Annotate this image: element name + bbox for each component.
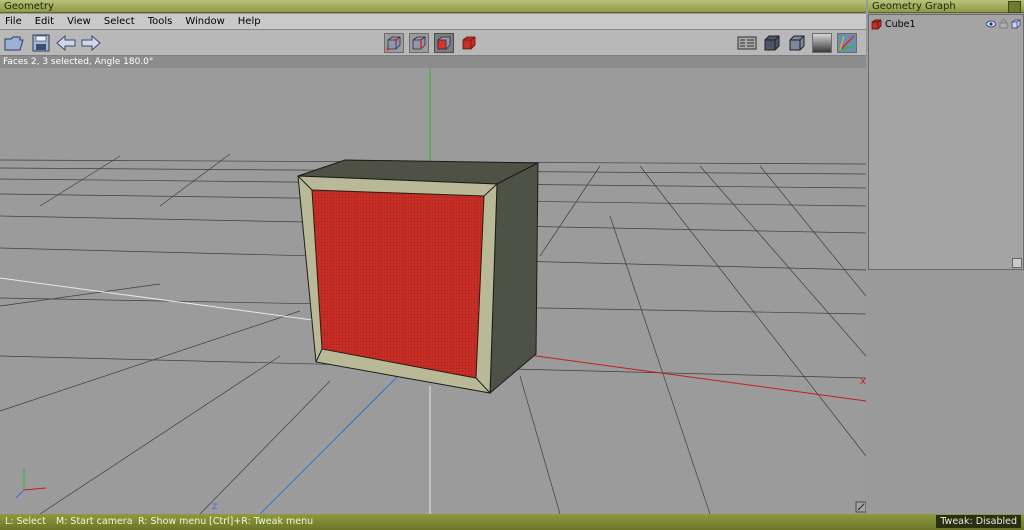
axes-icon[interactable]	[837, 33, 857, 53]
save-icon[interactable]	[31, 33, 51, 53]
undo-arrow-icon[interactable]	[56, 33, 76, 53]
menu-tools[interactable]: Tools	[143, 14, 181, 30]
texture-icon[interactable]	[812, 33, 832, 53]
edge-mode-icon[interactable]	[409, 33, 429, 53]
geometry-window-titlebar: Geometry	[0, 0, 866, 13]
menu-edit[interactable]: Edit	[30, 14, 62, 30]
resize-grip-icon[interactable]	[855, 501, 866, 513]
display-settings-icon[interactable]	[737, 33, 757, 53]
shaded-sphere-icon[interactable]	[762, 33, 782, 53]
lock-icon[interactable]	[999, 19, 1008, 29]
toolbar	[0, 30, 866, 56]
panel-resize-handle[interactable]	[1012, 258, 1022, 268]
hint-tweak-menu: [Ctrl]+R: Tweak menu	[209, 516, 314, 527]
hint-camera: M: Start camera	[56, 516, 133, 527]
shaded-cube-icon[interactable]	[787, 33, 807, 53]
window-title: Geometry	[4, 1, 54, 12]
graph-title: Geometry Graph	[872, 1, 956, 12]
face-mode-icon[interactable]	[434, 33, 454, 53]
selected-face[interactable]	[311, 189, 485, 379]
geometry-graph-titlebar: Geometry Graph	[868, 0, 1024, 13]
empty-panel-area	[868, 270, 1024, 514]
cube-object-icon	[871, 19, 882, 29]
close-icon[interactable]	[1008, 1, 1021, 13]
hint-select: L: Select	[5, 516, 46, 527]
menu-file[interactable]: File	[0, 14, 30, 30]
graph-item-label: Cube1	[885, 18, 916, 30]
object-mode-icon[interactable]	[459, 33, 479, 53]
visibility-eye-icon[interactable]	[986, 19, 996, 29]
redo-arrow-icon[interactable]	[81, 33, 101, 53]
cube-mesh[interactable]	[297, 159, 539, 395]
selection-status: Faces 2, 3 selected, Angle 180.0°	[0, 56, 866, 68]
graph-item-cube1[interactable]: Cube1	[871, 17, 1021, 31]
wireframe-cube-icon[interactable]	[1011, 19, 1021, 29]
open-folder-icon[interactable]	[4, 33, 24, 53]
vertex-mode-icon[interactable]	[384, 33, 404, 53]
x-axis-label: x	[860, 376, 866, 387]
menu-window[interactable]: Window	[180, 14, 232, 30]
hint-menu: R: Show menu	[138, 516, 207, 527]
3d-viewport[interactable]: x z Faces 2, 3 selected, Angle 180.0°	[0, 56, 866, 514]
geometry-graph-panel: Cube1	[868, 14, 1024, 270]
menu-help[interactable]: Help	[233, 14, 269, 30]
tweak-status[interactable]: Tweak: Disabled	[936, 515, 1021, 528]
scene-canvas[interactable]: x z	[0, 56, 866, 514]
menu-select[interactable]: Select	[99, 14, 143, 30]
menu-view[interactable]: View	[62, 14, 99, 30]
menu-bar: File Edit View Select Tools Window Help	[0, 14, 866, 30]
z-axis-label: z	[212, 501, 217, 512]
status-bar: L: Select M: Start camera R: Show menu […	[0, 514, 1024, 530]
